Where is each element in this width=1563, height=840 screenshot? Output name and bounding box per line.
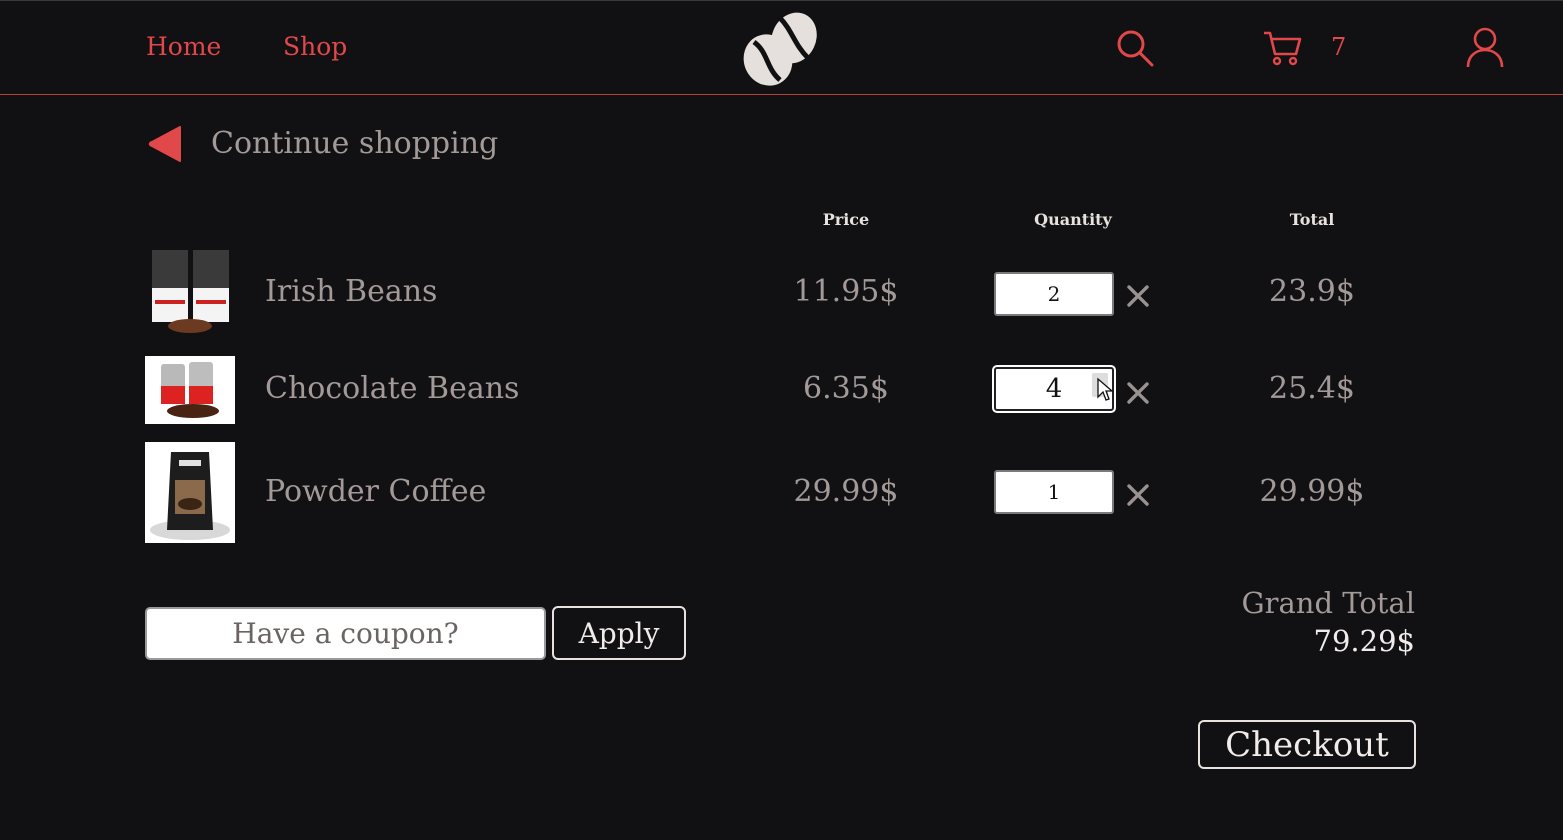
product-name[interactable]: Irish Beans <box>265 274 437 309</box>
cart-row-irish-beans: Irish Beans 11.95$ 23.9$ <box>145 248 1425 338</box>
grand-total-value: 79.29$ <box>1313 624 1415 658</box>
row-total: 23.9$ <box>1269 274 1355 309</box>
product-image-powder-coffee[interactable] <box>145 442 235 543</box>
column-header-total: Total <box>1289 210 1335 229</box>
quantity-input[interactable] <box>994 272 1114 316</box>
cart-count-badge: 7 <box>1331 33 1347 61</box>
nav-shop-link[interactable]: Shop <box>283 32 347 61</box>
product-name[interactable]: Powder Coffee <box>265 474 486 509</box>
cart-row-powder-coffee: Powder Coffee 29.99$ 29.99$ <box>145 442 1425 544</box>
cart-icon[interactable] <box>1262 30 1302 66</box>
continue-shopping-label: Continue shopping <box>211 126 499 161</box>
nav-home-link[interactable]: Home <box>146 32 221 61</box>
product-image-irish-beans[interactable] <box>145 248 235 336</box>
row-total: 29.99$ <box>1259 474 1365 509</box>
product-name[interactable]: Chocolate Beans <box>265 371 519 406</box>
product-price: 11.95$ <box>793 274 899 309</box>
coupon-input[interactable] <box>145 607 546 660</box>
apply-coupon-button[interactable]: Apply <box>552 606 686 660</box>
mouse-cursor-icon <box>1097 377 1114 401</box>
site-header: Home Shop 7 <box>0 0 1563 95</box>
search-icon[interactable] <box>1115 28 1155 68</box>
product-price: 6.35$ <box>803 371 889 406</box>
back-arrow-icon <box>148 126 181 162</box>
continue-shopping-link[interactable]: Continue shopping <box>146 122 506 166</box>
coffee-bean-logo[interactable] <box>740 8 820 88</box>
product-image-chocolate-beans[interactable] <box>145 356 235 424</box>
user-icon[interactable] <box>1465 27 1505 69</box>
column-header-quantity: Quantity <box>1034 210 1112 229</box>
row-total: 25.4$ <box>1269 371 1355 406</box>
checkout-button[interactable]: Checkout <box>1198 720 1416 769</box>
quantity-input[interactable] <box>994 470 1114 514</box>
grand-total-label: Grand Total <box>1241 586 1415 620</box>
product-price: 29.99$ <box>793 474 899 509</box>
remove-item-icon[interactable] <box>1125 380 1151 406</box>
cart-row-chocolate-beans: Chocolate Beans 6.35$ 25.4$ <box>145 356 1425 426</box>
remove-item-icon[interactable] <box>1125 283 1151 309</box>
remove-item-icon[interactable] <box>1125 482 1151 508</box>
column-header-price: Price <box>822 210 870 229</box>
